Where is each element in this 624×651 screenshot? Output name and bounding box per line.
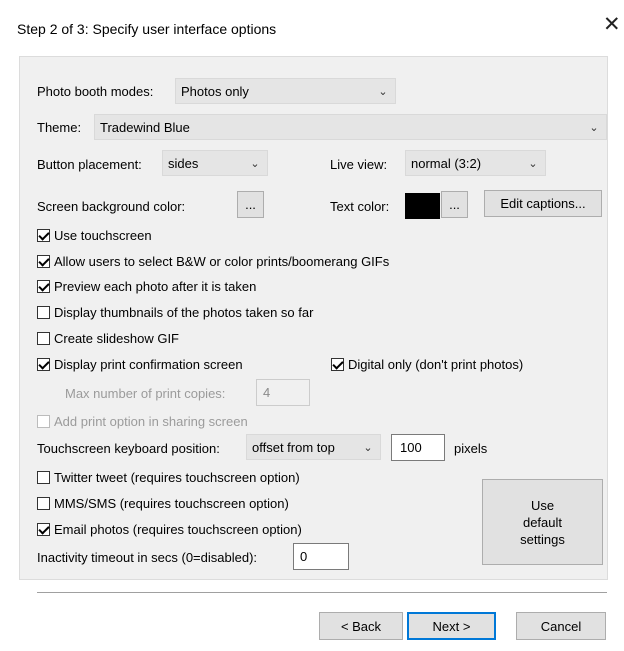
close-icon[interactable]: ✕ <box>603 14 621 35</box>
button-placement-value: sides <box>168 155 199 171</box>
modes-label: Photo booth modes: <box>37 84 154 99</box>
digital-only-checkbox[interactable]: Digital only (don't print photos) <box>331 357 523 372</box>
footer-separator <box>37 592 607 593</box>
keyboard-offset-unit: pixels <box>454 441 488 456</box>
thumbnails-label: Display thumbnails of the photos taken s… <box>54 305 314 320</box>
slideshow-checkbox[interactable]: Create slideshow GIF <box>37 331 179 346</box>
dialog-title: Step 2 of 3: Specify user interface opti… <box>17 21 277 37</box>
checkbox-box[interactable] <box>37 358 50 371</box>
keyboard-position-value: offset from top <box>252 439 335 455</box>
twitter-label: Twitter tweet (requires touchscreen opti… <box>54 470 300 485</box>
thumbnails-checkbox[interactable]: Display thumbnails of the photos taken s… <box>37 305 313 320</box>
chevron-down-icon: ⌄ <box>378 85 388 98</box>
default-line-2: default <box>522 514 563 530</box>
keyboard-position-label: Touchscreen keyboard position: <box>37 441 220 456</box>
next-button[interactable]: Next > <box>407 612 496 640</box>
use-touchscreen-checkbox[interactable]: Use touchscreen <box>37 228 152 243</box>
max-copies-label: Max number of print copies: <box>65 386 226 401</box>
print-confirm-label: Display print confirmation screen <box>54 357 243 372</box>
theme-select[interactable]: Tradewind Blue ⌄ <box>94 114 607 140</box>
checkbox-box[interactable] <box>37 471 50 484</box>
checkbox-box[interactable] <box>37 229 50 242</box>
preview-label: Preview each photo after it is taken <box>54 279 257 294</box>
add-print-checkbox[interactable]: Add print option in sharing screen <box>37 414 248 429</box>
checkbox-box[interactable] <box>37 523 50 536</box>
text-color-picker-button[interactable]: ... <box>441 191 468 218</box>
default-line-1: Use <box>530 497 555 513</box>
chevron-down-icon: ⌄ <box>250 157 260 170</box>
use-touchscreen-label: Use touchscreen <box>54 228 152 243</box>
theme-value: Tradewind Blue <box>100 119 190 135</box>
cancel-button[interactable]: Cancel <box>516 612 606 640</box>
keyboard-position-select[interactable]: offset from top ⌄ <box>246 434 381 460</box>
checkbox-box[interactable] <box>331 358 344 371</box>
email-label: Email photos (requires touchscreen optio… <box>54 522 302 537</box>
checkbox-box[interactable] <box>37 255 50 268</box>
live-view-label: Live view: <box>330 157 388 172</box>
screen-bg-picker-button[interactable]: ... <box>237 191 264 218</box>
inactivity-label: Inactivity timeout in secs (0=disabled): <box>37 550 258 565</box>
keyboard-offset-input[interactable]: 100 <box>391 434 445 461</box>
checkbox-box[interactable] <box>37 280 50 293</box>
mms-label: MMS/SMS (requires touchscreen option) <box>54 496 289 511</box>
text-color-swatch <box>405 193 440 219</box>
add-print-label: Add print option in sharing screen <box>54 414 248 429</box>
checkbox-box[interactable] <box>37 306 50 319</box>
digital-only-label: Digital only (don't print photos) <box>348 357 524 372</box>
email-checkbox[interactable]: Email photos (requires touchscreen optio… <box>37 522 302 537</box>
back-button[interactable]: < Back <box>319 612 403 640</box>
modes-value: Photos only <box>181 83 249 99</box>
use-default-settings-button[interactable]: Use default settings <box>482 479 603 565</box>
preview-checkbox[interactable]: Preview each photo after it is taken <box>37 279 256 294</box>
live-view-select[interactable]: normal (3:2) ⌄ <box>405 150 546 176</box>
button-placement-select[interactable]: sides ⌄ <box>162 150 268 176</box>
allow-select-checkbox[interactable]: Allow users to select B&W or color print… <box>37 254 389 269</box>
button-placement-label: Button placement: <box>37 157 142 172</box>
chevron-down-icon: ⌄ <box>363 441 373 454</box>
inactivity-input[interactable]: 0 <box>293 543 349 570</box>
modes-select[interactable]: Photos only ⌄ <box>175 78 396 104</box>
checkbox-box[interactable] <box>37 497 50 510</box>
edit-captions-button[interactable]: Edit captions... <box>484 190 602 217</box>
chevron-down-icon: ⌄ <box>589 121 599 134</box>
live-view-value: normal (3:2) <box>411 155 482 171</box>
twitter-checkbox[interactable]: Twitter tweet (requires touchscreen opti… <box>37 470 300 485</box>
checkbox-box[interactable] <box>37 415 50 428</box>
default-line-3: settings <box>520 531 565 547</box>
screen-bg-swatch <box>205 193 236 218</box>
checkbox-box[interactable] <box>37 332 50 345</box>
screen-bg-label: Screen background color: <box>37 199 186 214</box>
print-confirm-checkbox[interactable]: Display print confirmation screen <box>37 357 243 372</box>
slideshow-label: Create slideshow GIF <box>54 331 179 346</box>
theme-label: Theme: <box>37 120 82 135</box>
mms-checkbox[interactable]: MMS/SMS (requires touchscreen option) <box>37 496 289 511</box>
max-copies-input[interactable]: 4 <box>256 379 310 406</box>
text-color-label: Text color: <box>330 199 390 214</box>
chevron-down-icon: ⌄ <box>528 157 538 170</box>
allow-select-label: Allow users to select B&W or color print… <box>54 254 390 269</box>
